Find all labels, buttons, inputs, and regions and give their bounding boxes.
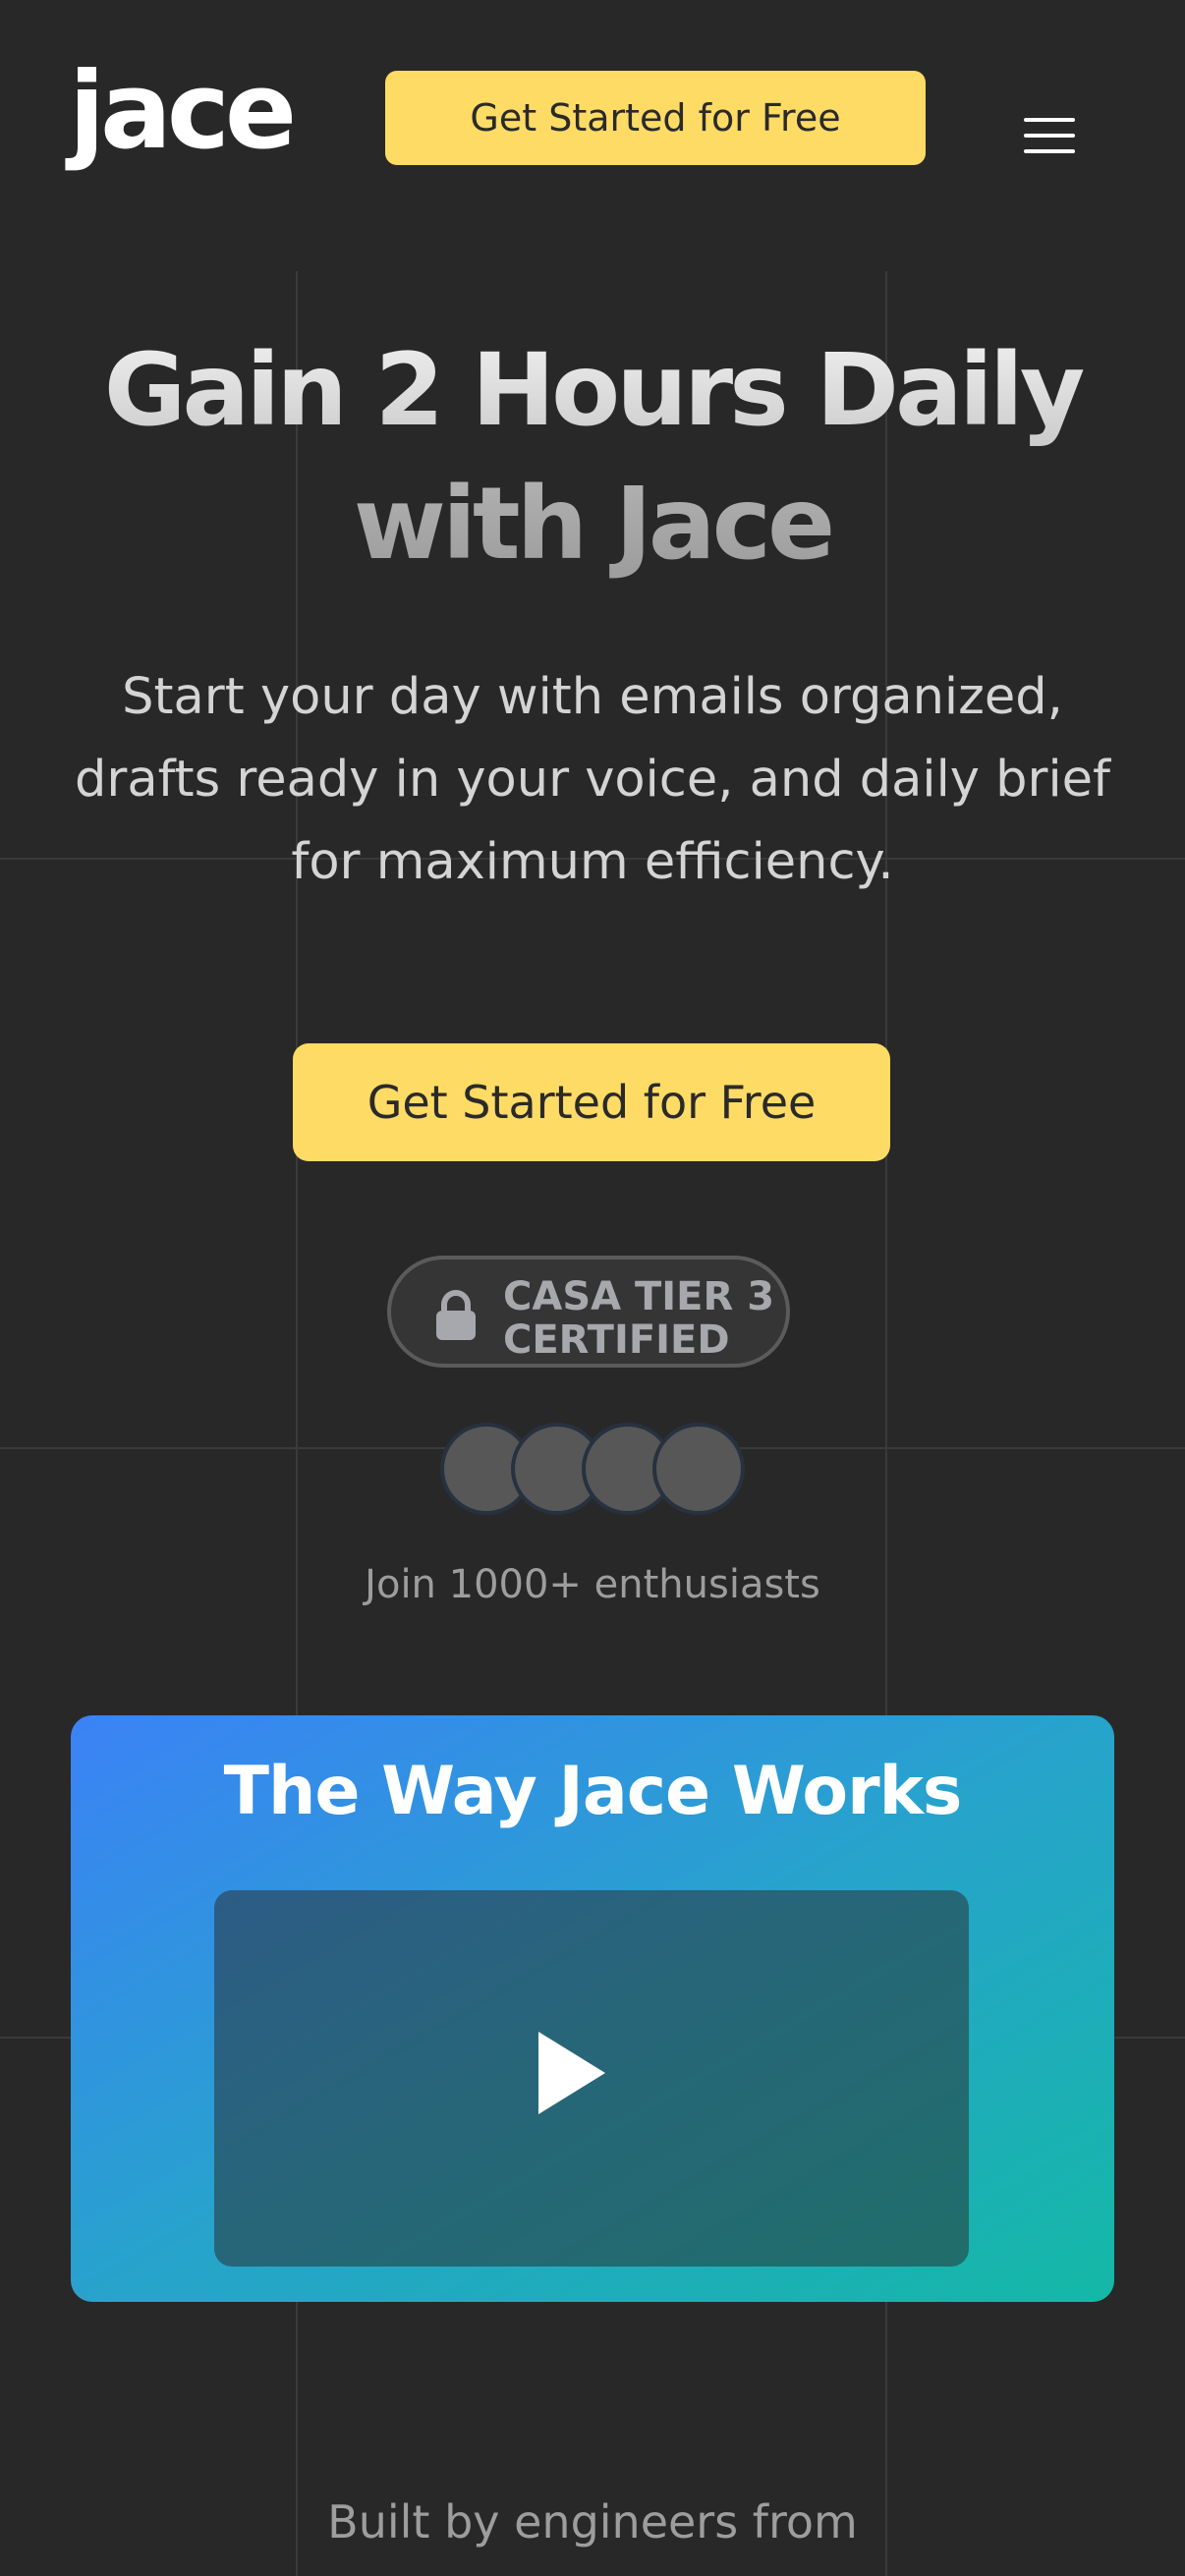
hero-title-line2: with Jace (0, 458, 1185, 591)
built-by-text: Built by engineers from (327, 2495, 858, 2548)
play-icon[interactable] (538, 2032, 605, 2114)
video-section-title: The Way Jace Works (223, 1753, 963, 1830)
hero-get-started-button[interactable]: Get Started for Free (293, 1043, 890, 1161)
hero-title-line1: Gain 2 Hours Daily (0, 324, 1185, 458)
lock-icon (436, 1290, 476, 1340)
badge-text: CASA TIER 3 CERTIFIED (503, 1275, 774, 1362)
video-player[interactable] (214, 1890, 969, 2267)
header: jace Get Started for Free (0, 0, 1185, 236)
hamburger-menu-icon[interactable] (1014, 108, 1085, 163)
badge-line1: CASA TIER 3 (503, 1274, 775, 1319)
avatar (652, 1423, 745, 1515)
video-section: The Way Jace Works (71, 1715, 1114, 2302)
header-get-started-button[interactable]: Get Started for Free (385, 71, 926, 165)
avatar-group (440, 1423, 745, 1515)
jace-logo[interactable]: jace (69, 59, 297, 165)
hero-title: Gain 2 Hours Daily with Jace (0, 324, 1185, 591)
hero-subtitle: Start your day with emails organized, dr… (74, 668, 1111, 891)
join-enthusiasts-text: Join 1000+ enthusiasts (365, 1562, 820, 1607)
badge-line2: CERTIFIED (503, 1317, 730, 1363)
casa-certified-badge: CASA TIER 3 CERTIFIED (387, 1256, 790, 1368)
